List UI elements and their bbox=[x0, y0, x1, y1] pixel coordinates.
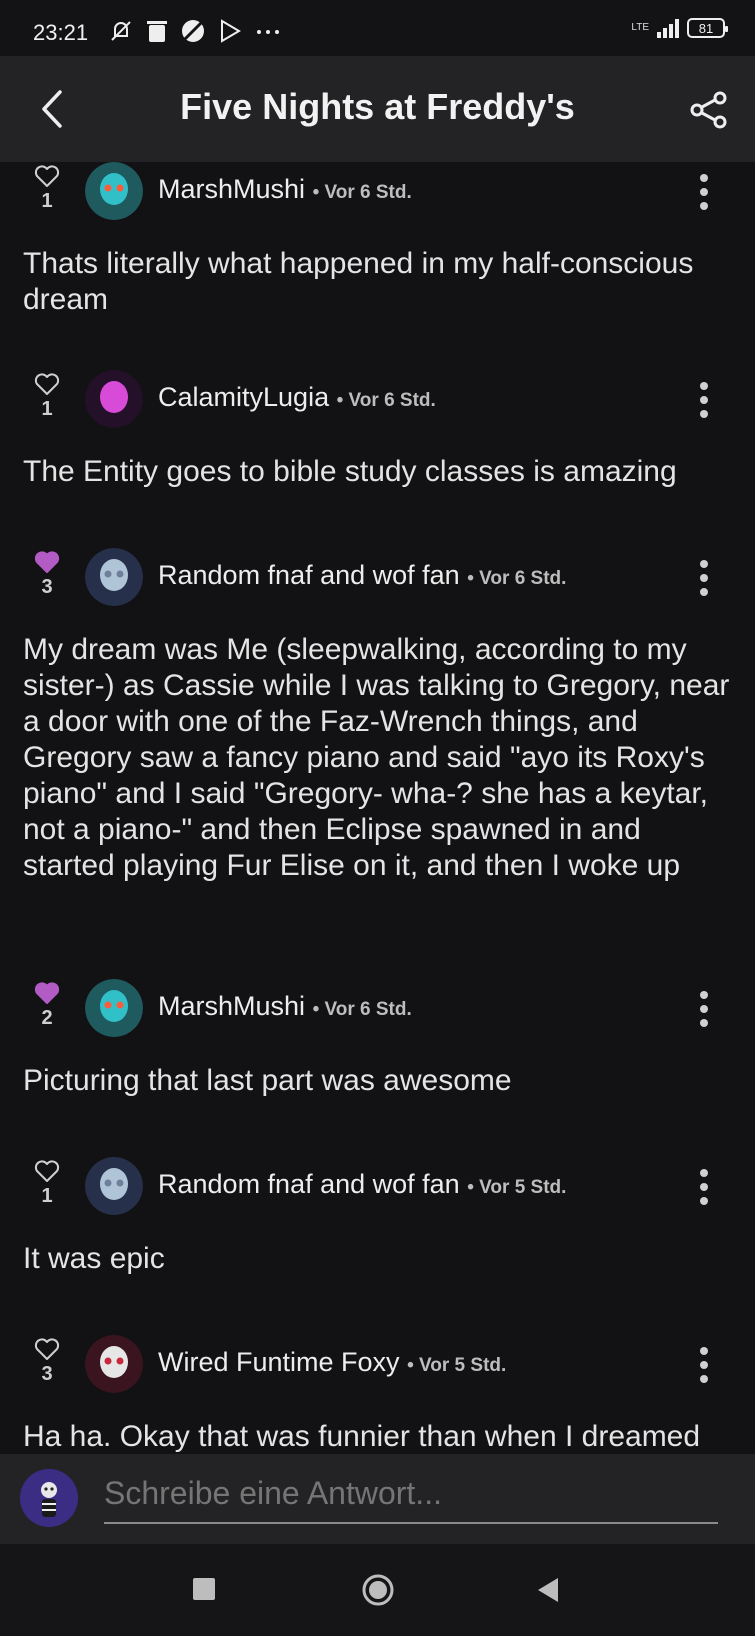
author-avatar[interactable] bbox=[85, 370, 143, 428]
comment-author[interactable]: CalamityLugia • Vor 6 Std. bbox=[158, 382, 436, 413]
heart-icon bbox=[34, 1338, 60, 1360]
app-bar: Five Nights at Freddy's bbox=[0, 56, 755, 162]
comment-text: Ha ha. Okay that was funnier than when I… bbox=[23, 1420, 701, 1453]
reply-bar bbox=[0, 1454, 755, 1544]
more-options-icon[interactable] bbox=[699, 1347, 709, 1383]
like-count: 2 bbox=[41, 1007, 53, 1029]
network-type: LTE bbox=[631, 22, 649, 33]
comment-author[interactable]: Random fnaf and wof fan • Vor 5 Std. bbox=[158, 1169, 566, 1200]
comment-author[interactable]: MarshMushi • Vor 6 Std. bbox=[158, 174, 412, 205]
share-icon[interactable] bbox=[689, 90, 729, 130]
heart-icon bbox=[34, 551, 60, 573]
author-name: MarshMushi bbox=[158, 174, 306, 204]
status-bar: 23:21 LTE 81 bbox=[0, 0, 755, 56]
like-count: 1 bbox=[41, 398, 53, 420]
comment-time: • Vor 6 Std. bbox=[467, 568, 567, 589]
battery-level: 81 bbox=[698, 20, 714, 36]
comment-time: • Vor 5 Std. bbox=[467, 1177, 567, 1198]
status-notification-icons bbox=[108, 18, 282, 44]
author-avatar[interactable] bbox=[85, 1335, 143, 1393]
heart-icon bbox=[34, 1160, 60, 1182]
author-name: Wired Funtime Foxy bbox=[158, 1347, 400, 1377]
battery-icon: 81 bbox=[687, 18, 728, 38]
more-options-icon[interactable] bbox=[699, 991, 709, 1027]
heart-icon bbox=[34, 165, 60, 187]
play-store-icon bbox=[221, 19, 241, 43]
heart-icon bbox=[34, 982, 60, 1004]
more-options-icon[interactable] bbox=[699, 560, 709, 596]
user-avatar[interactable] bbox=[20, 1469, 78, 1527]
comment-author[interactable]: Wired Funtime Foxy • Vor 5 Std. bbox=[158, 1347, 506, 1378]
author-avatar[interactable] bbox=[85, 1157, 143, 1215]
comment-text: Picturing that last part was awesome bbox=[23, 1064, 512, 1097]
comment-time: • Vor 5 Std. bbox=[407, 1355, 507, 1376]
like-button[interactable]: 2 bbox=[34, 981, 60, 1030]
author-avatar[interactable] bbox=[85, 162, 143, 220]
status-system-icons: LTE 81 bbox=[631, 18, 728, 38]
like-count: 1 bbox=[41, 1185, 53, 1207]
more-notifications-icon bbox=[257, 30, 279, 34]
comment-author[interactable]: MarshMushi • Vor 6 Std. bbox=[158, 991, 412, 1022]
status-time: 23:21 bbox=[33, 20, 89, 45]
muted-bell-icon bbox=[111, 21, 131, 41]
author-name: CalamityLugia bbox=[158, 382, 330, 412]
like-button[interactable]: 1 bbox=[34, 164, 60, 213]
author-name: Random fnaf and wof fan bbox=[158, 1169, 460, 1199]
signal-icon bbox=[657, 18, 679, 38]
author-name: MarshMushi bbox=[158, 991, 306, 1021]
nav-back-icon[interactable] bbox=[536, 1576, 560, 1604]
like-count: 1 bbox=[41, 190, 53, 212]
more-options-icon[interactable] bbox=[699, 382, 709, 418]
comment-text: My dream was Me (sleepwalking, according… bbox=[23, 633, 730, 882]
disabled-circle-icon bbox=[182, 20, 204, 42]
system-nav-bar bbox=[0, 1544, 755, 1636]
recent-apps-icon[interactable] bbox=[193, 1578, 215, 1600]
comment-author[interactable]: Random fnaf and wof fan • Vor 6 Std. bbox=[158, 560, 566, 591]
like-count: 3 bbox=[41, 576, 53, 598]
comment-text: The Entity goes to bible study classes i… bbox=[23, 455, 677, 488]
comment-time: • Vor 6 Std. bbox=[312, 182, 412, 203]
comment-time: • Vor 6 Std. bbox=[336, 390, 436, 411]
author-name: Random fnaf and wof fan bbox=[158, 560, 460, 590]
author-avatar[interactable] bbox=[85, 548, 143, 606]
heart-icon bbox=[34, 373, 60, 395]
more-options-icon[interactable] bbox=[699, 1169, 709, 1205]
comment-text: Thats literally what happened in my half… bbox=[23, 247, 694, 316]
more-options-icon[interactable] bbox=[699, 174, 709, 210]
home-icon[interactable] bbox=[361, 1573, 395, 1607]
page-title: Five Nights at Freddy's bbox=[180, 86, 575, 127]
like-button[interactable]: 3 bbox=[34, 1337, 60, 1386]
like-button[interactable]: 1 bbox=[34, 1159, 60, 1208]
comment-text: It was epic bbox=[23, 1242, 165, 1275]
trash-icon bbox=[147, 21, 167, 42]
like-count: 3 bbox=[41, 1363, 53, 1385]
like-button[interactable]: 1 bbox=[34, 372, 60, 421]
author-avatar[interactable] bbox=[85, 979, 143, 1037]
comment-time: • Vor 6 Std. bbox=[312, 999, 412, 1020]
reply-input[interactable] bbox=[104, 1472, 718, 1524]
like-button[interactable]: 3 bbox=[34, 550, 60, 599]
